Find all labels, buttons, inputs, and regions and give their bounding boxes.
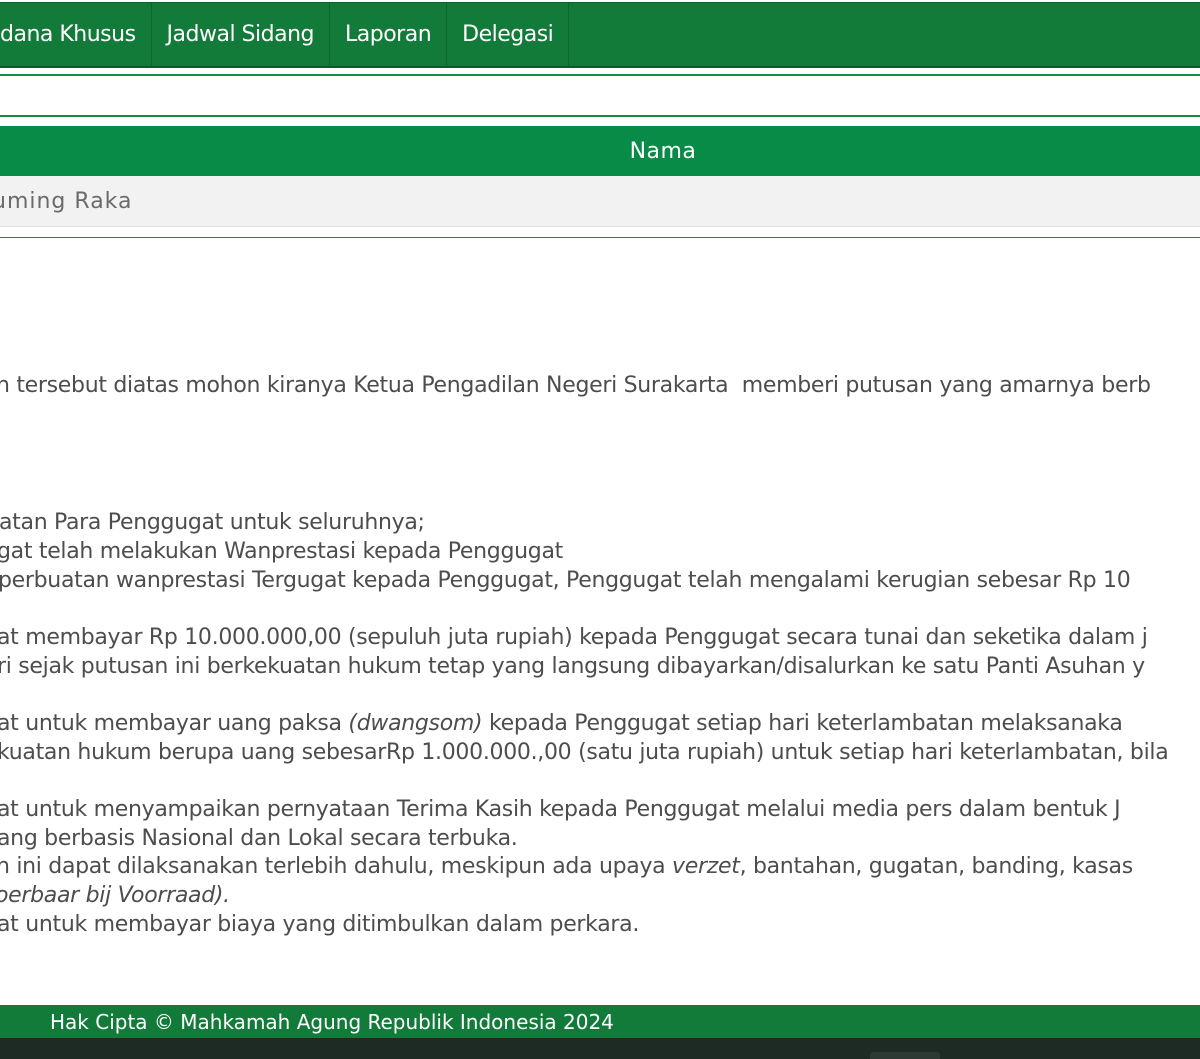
petitum-line: at untuk menyampaikan pernyataan Terima … [0,797,1121,822]
footer: Hak Cipta © Mahkamah Agung Republik Indo… [0,1005,1200,1038]
petitum-line: perbuatan wanprestasi Tergugat kepada Pe… [0,568,1131,593]
petitum-line: ri sejak putusan ini berkekuatan hukum t… [0,654,1145,679]
petitum-intro: n tersebut diatas mohon kiranya Ketua Pe… [0,373,1151,398]
petitum-italic-term: (dwangsom) [348,711,483,736]
petitum-line: kuatan hukum berupa uang sebesarRp 1.000… [0,740,1169,765]
petitum-line: atan Para Penggugat untuk seluruhnya; [0,510,425,535]
petitum-fragment: , bantahan, gugatan, banding, kasas [739,854,1134,879]
petitum-fragment: at untuk membayar uang paksa [0,711,349,736]
petitum-text: n tersebut diatas mohon kiranya Ketua Pe… [0,0,1200,1000]
petitum-line: at untuk membayar biaya yang ditimbulkan… [0,912,640,937]
petitum-line: at membayar Rp 10.000.000,00 (sepuluh ju… [0,625,1148,650]
petitum-italic-term: oerbaar bij Voorraad). [0,883,230,908]
petitum-line: at untuk membayar uang paksa (dwangsom) … [0,711,1123,736]
petitum-line: gat telah melakukan Wanprestasi kepada P… [0,539,563,564]
petitum-line: ang berbasis Nasional dan Lokal secara t… [0,826,518,851]
bottom-strip [0,1038,1200,1059]
petitum-italic-term: verzet [672,854,740,879]
scroll-handle[interactable] [870,1052,940,1059]
petitum-fragment: n ini dapat dilaksanakan terlebih dahulu… [0,854,673,879]
petitum-fragment: kepada Penggugat setiap hari keterlambat… [482,711,1123,736]
petitum-line: n ini dapat dilaksanakan terlebih dahulu… [0,854,1133,879]
footer-copyright: Hak Cipta © Mahkamah Agung Republik Indo… [50,1009,614,1034]
petitum-line: oerbaar bij Voorraad). [0,883,230,908]
